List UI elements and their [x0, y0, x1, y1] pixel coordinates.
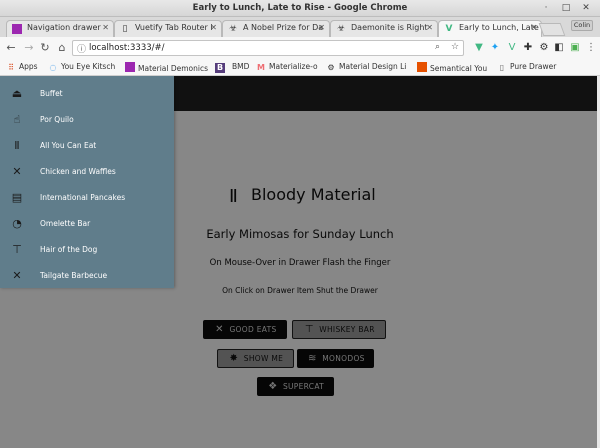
hand-pointer-icon: ☝ — [13, 113, 21, 126]
bookmark-apps[interactable]: ⠿ Apps — [6, 62, 38, 73]
extension-icon[interactable]: ◧ — [553, 42, 565, 54]
tab-title: Vuetify Tab Router I — [135, 23, 213, 32]
drawer-item-label: Buffet — [40, 89, 63, 98]
home-icon[interactable]: ⌂ — [55, 41, 69, 55]
minimize-button[interactable]: · — [540, 2, 552, 14]
menu-kebab-icon[interactable]: ⋮ — [585, 42, 597, 54]
tab-title: Daemonite is Right — [351, 23, 428, 32]
cutlery-cross-icon: ✕ — [12, 165, 22, 178]
tab-close-icon[interactable]: ✕ — [318, 23, 325, 32]
extension-icon[interactable]: ✚ — [522, 42, 534, 54]
apps-grid-icon: ⠿ — [8, 63, 14, 72]
materialize-icon: M — [257, 63, 265, 72]
page-icon: ▯ — [122, 24, 128, 34]
tab-close-icon[interactable]: ✕ — [530, 23, 537, 32]
purple-square-icon — [12, 24, 22, 34]
close-window-button[interactable]: ✕ — [580, 2, 592, 14]
drawer-item-por-quilo[interactable]: ☝ Por Quilo — [0, 107, 174, 133]
drawer-item-label: All You Can Eat — [40, 141, 97, 150]
tab-strip: Navigation drawer ✕ ▯ Vuetify Tab Router… — [0, 17, 600, 38]
bookmark-star-icon[interactable]: ☆ — [451, 42, 459, 52]
id-card-icon: ▤ — [11, 191, 23, 204]
browser-tab[interactable]: ☣ A Nobel Prize for Da ✕ — [222, 20, 330, 37]
bookmark-item[interactable]: M Materialize-o — [256, 62, 318, 73]
browser-tab[interactable]: Navigation drawer ✕ — [6, 20, 114, 37]
cocktail-icon: ⊤ — [12, 243, 22, 256]
tab-title: Early to Lunch, Late — [459, 23, 539, 32]
vue-icon: V — [445, 24, 453, 34]
drawer-item-label: Chicken and Waffles — [40, 167, 116, 176]
drawer-item-label: Omelette Bar — [40, 219, 91, 228]
tab-close-icon[interactable]: ✕ — [210, 23, 217, 32]
vue-icon[interactable]: V — [506, 42, 518, 54]
drawer-item-buffet[interactable]: ⏏ Buffet — [0, 81, 174, 107]
cloche-icon: ⏏ — [11, 87, 23, 100]
gear-icon: ⚙ — [327, 63, 335, 72]
twitter-icon[interactable]: ✦ — [489, 42, 501, 54]
gear-icon[interactable]: ⚙ — [538, 42, 550, 54]
extension-icon[interactable]: ▣ — [569, 42, 581, 54]
bookmark-item[interactable]: ◌ You Eye Kitsch — [48, 62, 116, 73]
page-icon: ▯ — [499, 63, 505, 72]
drawer-item-all-you-can-eat[interactable]: Ⅱ All You Can Eat — [0, 133, 174, 159]
purple-square-icon — [125, 62, 135, 72]
drawer-item-chicken-and-waffles[interactable]: ✕ Chicken and Waffles — [0, 159, 174, 185]
navigation-drawer: ⏏ Buffet ☝ Por Quilo Ⅱ All You Can Eat ✕… — [0, 76, 174, 288]
drawer-item-label: International Pancakes — [40, 193, 126, 202]
drawer-item-tailgate-barbecue[interactable]: ✕ Tailgate Barbecue — [0, 263, 174, 289]
drawer-item-label: Tailgate Barbecue — [40, 271, 108, 280]
back-arrow-icon[interactable]: ← — [4, 41, 18, 55]
bookmark-item[interactable]: B — [215, 62, 228, 73]
bootstrap-icon: B — [215, 63, 225, 73]
drawer-item-label: Por Quilo — [40, 115, 74, 124]
bookmarks-bar: ⠿ Apps ◌ You Eye Kitsch Material Demonics … — [0, 59, 600, 76]
browser-toolbar: ← → ↻ ⌂ ⓘ ⌕ ☆ ▼ ✦ V ✚ ⚙ ◧ ▣ ⋮ — [0, 37, 600, 59]
tab-title: Navigation drawer — [27, 23, 101, 32]
bookmark-item[interactable]: Semantical You — [417, 62, 487, 73]
bookmark-item[interactable]: ▯ Pure Drawer — [497, 62, 557, 73]
search-icon[interactable]: ⌕ — [435, 42, 440, 52]
egg-icon: ◔ — [12, 217, 22, 230]
window-title: Early to Lunch, Late to Rise - Google Ch… — [192, 3, 408, 13]
browser-tab[interactable]: ▯ Vuetify Tab Router I ✕ — [114, 20, 222, 37]
drawer-item-international-pancakes[interactable]: ▤ International Pancakes — [0, 185, 174, 211]
tab-title: A Nobel Prize for Da — [243, 23, 324, 32]
drawer-item-label: Hair of the Dog — [40, 245, 98, 254]
drawer-item-omelette-bar[interactable]: ◔ Omelette Bar — [0, 211, 174, 237]
info-icon: ⓘ — [77, 45, 87, 55]
biohazard-icon: ☣ — [228, 24, 238, 34]
forward-arrow-icon[interactable]: → — [22, 41, 36, 55]
address-bar[interactable]: ⓘ ⌕ ☆ — [72, 40, 464, 56]
profile-button[interactable]: Colin — [571, 20, 593, 31]
tab-close-icon[interactable]: ✕ — [426, 23, 433, 32]
window-titlebar: Early to Lunch, Late to Rise - Google Ch… — [0, 0, 600, 17]
orange-image-icon — [417, 62, 427, 72]
spinner-icon: ◌ — [49, 63, 57, 72]
new-tab-button[interactable] — [538, 23, 566, 36]
browser-tab-active[interactable]: V Early to Lunch, Late ✕ — [438, 20, 542, 38]
page-viewport: Ⅱ Bloody Material Early Mimosas for Sunda… — [0, 76, 600, 448]
cutlery-cross-icon: ✕ — [12, 269, 22, 282]
fork-knife-icon: Ⅱ — [14, 139, 20, 152]
maximize-button[interactable]: □ — [560, 2, 572, 14]
reload-icon[interactable]: ↻ — [38, 41, 52, 55]
bookmark-item[interactable]: Material Demonics — [125, 62, 208, 73]
bookmark-item[interactable]: BMD — [232, 62, 249, 71]
bookmark-item[interactable]: ⚙ Material Design Li — [326, 62, 406, 73]
tab-close-icon[interactable]: ✕ — [102, 23, 109, 32]
drawer-item-hair-of-the-dog[interactable]: ⊤ Hair of the Dog — [0, 237, 174, 263]
biohazard-icon: ☣ — [336, 24, 346, 34]
url-input[interactable] — [89, 42, 419, 54]
browser-tab[interactable]: ☣ Daemonite is Right ✕ — [330, 20, 438, 37]
vue-devtools-icon[interactable]: ▼ — [473, 42, 485, 54]
